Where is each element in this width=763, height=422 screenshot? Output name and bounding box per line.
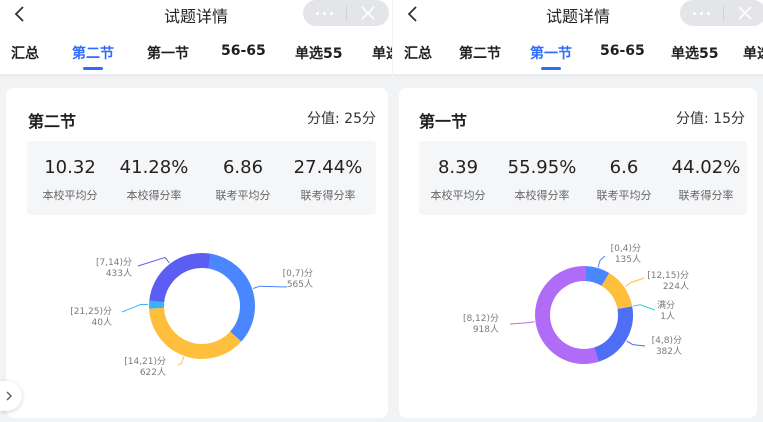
close-icon[interactable] — [724, 0, 763, 26]
tab-single-choice-55[interactable]: 单选55 — [295, 43, 342, 63]
leader-line — [137, 256, 170, 267]
donut-segment — [593, 306, 633, 362]
mini-program-capsule — [680, 0, 763, 26]
leader-line — [177, 356, 185, 366]
segment-range-label: [0,4)分 — [611, 243, 641, 254]
tab-summary[interactable]: 汇总 — [404, 43, 432, 63]
tab-bar: 汇总 第二节 第一节 56-65 单选55 单选 — [393, 30, 763, 74]
leader-line — [121, 303, 149, 313]
segment-count-label: 382人 — [656, 346, 682, 357]
segment-range-label: [21,25)分 — [70, 306, 112, 317]
top-bar: 试题详情 — [0, 0, 392, 30]
top-bar: 试题详情 — [393, 0, 763, 30]
donut-segment — [535, 266, 599, 364]
segment-count-label: 135人 — [615, 254, 641, 265]
tab-shadow — [393, 74, 763, 80]
more-icon[interactable] — [680, 0, 722, 26]
segment-count-label: 918人 — [473, 324, 499, 335]
back-arrow-icon[interactable] — [10, 3, 30, 25]
donut-segment — [149, 307, 242, 359]
segment-count-label: 622人 — [140, 367, 166, 378]
donut-segment — [149, 253, 211, 303]
tab-section-1[interactable]: 第一节 — [147, 43, 189, 63]
score-distribution-donut: [0,4)分135人 [12,15)分224人满分1人 [4,8)分382人 [8,1… — [463, 243, 689, 364]
segment-count-label: 433人 — [106, 268, 132, 279]
leader-line — [624, 277, 645, 288]
segment-count-label: 565人 — [287, 279, 313, 290]
leader-line — [509, 321, 535, 325]
tab-section-1[interactable]: 第一节 — [530, 43, 572, 63]
segment-range-label: [14,21)分 — [124, 356, 166, 367]
leader-line — [626, 340, 646, 347]
more-icon[interactable] — [303, 0, 345, 26]
close-icon[interactable] — [347, 0, 389, 26]
chevron-right-icon — [6, 391, 13, 401]
right-screen: 试题详情 汇总 第二节 第一节 56-65 单选55 单选 第一节 分值: 15… — [393, 0, 763, 422]
active-tab-indicator — [83, 67, 103, 70]
segment-range-label: 满分 — [657, 300, 675, 311]
section-card: 第一节 分值: 15分 8.39 本校平均分 55.95% 本校得分率 6.6 … — [399, 88, 757, 418]
tab-single-choice[interactable]: 单选 — [372, 43, 392, 63]
donut-segment — [601, 273, 633, 310]
mini-program-capsule — [303, 0, 389, 26]
leader-line — [252, 285, 288, 289]
segment-count-label: 1人 — [660, 311, 675, 322]
expand-button[interactable] — [0, 381, 22, 411]
segment-range-label: [4,8)分 — [652, 335, 682, 346]
segment-range-label: [7,14)分 — [96, 257, 132, 268]
leader-line — [633, 304, 656, 311]
tab-section-2[interactable]: 第二节 — [459, 43, 501, 63]
tab-56-65[interactable]: 56-65 — [600, 43, 645, 59]
left-screen: 试题详情 汇总 第二节 第一节 56-65 单选55 单选 第二节 分值: 25… — [0, 0, 392, 422]
tab-section-2[interactable]: 第二节 — [72, 43, 114, 63]
section-card: 第二节 分值: 25分 10.32 本校平均分 41.28% 本校得分率 6.8… — [6, 88, 388, 418]
tab-single-choice[interactable]: 单选 — [743, 43, 763, 63]
tab-summary[interactable]: 汇总 — [11, 43, 39, 63]
donut-segment — [584, 266, 610, 287]
segment-range-label: [8,12)分 — [463, 313, 499, 324]
segment-count-label: 224人 — [663, 281, 689, 292]
segment-count-label: 40人 — [92, 317, 112, 328]
tab-bar: 汇总 第二节 第一节 56-65 单选55 单选 — [0, 30, 392, 74]
segment-range-label: [0,7)分 — [283, 268, 313, 279]
tab-single-choice-55[interactable]: 单选55 — [671, 43, 718, 63]
back-arrow-icon[interactable] — [403, 3, 423, 25]
tab-56-65[interactable]: 56-65 — [221, 43, 266, 59]
active-tab-indicator — [541, 67, 561, 70]
tab-shadow — [0, 74, 392, 80]
donut-segment — [208, 253, 255, 342]
score-distribution-donut: [0,7)分565人 [14,21)分622人 [21,25)分40人 [7,14)分… — [70, 253, 313, 378]
leader-line — [597, 255, 606, 268]
segment-range-label: [12,15)分 — [647, 270, 689, 281]
